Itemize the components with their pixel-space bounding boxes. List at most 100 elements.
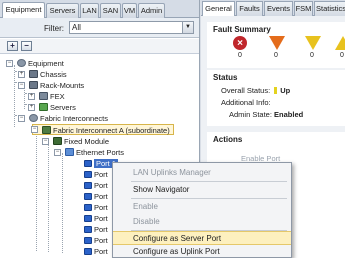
collapse-icon[interactable]: − — [18, 82, 25, 89]
tree-node-chassis[interactable]: + Chassis — [18, 69, 67, 80]
menu-item-enable[interactable]: Enable — [113, 200, 291, 214]
expand-icon[interactable]: + — [28, 104, 35, 111]
expand-icon[interactable]: + — [18, 71, 25, 78]
collapse-icon[interactable]: − — [42, 138, 49, 145]
collapse-icon[interactable]: − — [18, 115, 25, 122]
tree-node-fex[interactable]: + FEX — [28, 91, 65, 102]
overall-status-label: Overall Status: — [221, 86, 271, 95]
critical-fault-icon: × — [233, 36, 247, 50]
major-fault-icon — [269, 36, 285, 50]
menu-item-disable[interactable]: Disable — [113, 215, 291, 229]
fault-summary-panel: Fault Summary × 0 0 0 0 — [207, 22, 345, 68]
minor-fault-icon — [305, 36, 321, 50]
menu-item-lan-uplinks-manager[interactable]: LAN Uplinks Manager — [113, 166, 291, 180]
port-icon — [84, 193, 92, 200]
tab-fsm[interactable]: FSM — [294, 1, 313, 16]
tree-label: Ethernet Ports — [76, 148, 124, 157]
port-icon — [84, 182, 92, 189]
status-title: Status — [213, 73, 238, 82]
fabric-interconnect-icon — [42, 126, 51, 134]
fabric-icon — [29, 114, 38, 122]
menu-separator — [131, 181, 287, 182]
filter-value: All — [72, 23, 81, 32]
tab-general[interactable]: General — [202, 1, 235, 16]
nav-tab-bar: Equipment Servers LAN SAN VM Admin — [0, 0, 199, 19]
tree-toolbar: + − — [0, 39, 199, 54]
tree-label: Port — [94, 225, 108, 234]
tree-label: Fabric Interconnects — [40, 114, 108, 123]
tab-san[interactable]: SAN — [100, 3, 121, 18]
collapse-icon[interactable]: − — [6, 60, 13, 67]
port-icon — [84, 204, 92, 211]
tree-label: Port — [94, 203, 108, 212]
tree-label: Port — [94, 192, 108, 201]
context-menu: LAN Uplinks Manager Show Navigator Enabl… — [112, 162, 292, 258]
tree-node-port[interactable]: Port — [84, 169, 108, 180]
tab-vm[interactable]: VM — [122, 3, 137, 18]
tree-label: Port — [94, 214, 108, 223]
port-icon — [84, 171, 92, 178]
actions-title: Actions — [213, 135, 243, 144]
chevron-down-icon[interactable]: ▼ — [182, 22, 193, 33]
tree-label: Port — [94, 170, 108, 179]
tree-node-equipment[interactable]: − Equipment — [6, 58, 64, 69]
tree-label: Port — [94, 236, 108, 245]
tree-node-port[interactable]: Port — [84, 224, 108, 235]
admin-state-value: Enabled — [274, 110, 304, 119]
tree-label: Equipment — [28, 59, 64, 68]
tree-node-fabric-interconnects[interactable]: − Fabric Interconnects — [18, 113, 108, 124]
tree-node-port[interactable]: Port — [84, 235, 108, 246]
fault-critical[interactable]: × 0 — [233, 36, 247, 59]
fault-count: 0 — [340, 52, 344, 59]
admin-state-row: Admin State: Enabled — [229, 110, 303, 119]
overall-status-row: Overall Status: Up — [221, 86, 290, 95]
menu-item-show-navigator[interactable]: Show Navigator — [113, 183, 291, 197]
port-icon — [84, 226, 92, 233]
filter-label: Filter: — [44, 24, 64, 33]
port-icon — [84, 215, 92, 222]
tab-admin[interactable]: Admin — [138, 3, 165, 18]
fault-minor[interactable]: 0 — [305, 36, 321, 59]
tree-label: Chassis — [40, 70, 67, 79]
tree-label: Fabric Interconnect A (subordinate) — [53, 126, 170, 135]
expand-icon[interactable]: + — [28, 93, 35, 100]
tree-node-rack-mounts[interactable]: − Rack-Mounts — [18, 80, 85, 91]
filter-dropdown[interactable]: All ▼ — [69, 21, 194, 34]
tab-events[interactable]: Events — [264, 1, 293, 16]
tree-node-fabric-interconnect-a[interactable]: − Fabric Interconnect A (subordinate) — [31, 124, 174, 135]
rack-icon — [29, 81, 38, 89]
tree-node-port[interactable]: Port — [84, 246, 108, 257]
tab-faults[interactable]: Faults — [236, 1, 263, 16]
tree-label: Rack-Mounts — [40, 81, 85, 90]
filter-bar: Filter: All ▼ — [0, 18, 199, 38]
admin-state-label: Admin State: — [229, 110, 272, 119]
collapse-icon[interactable]: − — [54, 149, 61, 156]
tree-node-port[interactable]: Port — [84, 202, 108, 213]
tree-node-fixed-module[interactable]: − Fixed Module — [42, 136, 109, 147]
chassis-icon — [29, 70, 38, 78]
port-icon — [84, 237, 92, 244]
tree-node-servers[interactable]: + Servers — [28, 102, 76, 113]
tree-node-port[interactable]: Port — [84, 180, 108, 191]
overall-status-value: Up — [280, 86, 291, 95]
collapse-icon[interactable]: − — [31, 126, 38, 133]
menu-item-configure-uplink-port[interactable]: Configure as Uplink Port — [113, 245, 291, 258]
tree-node-ethernet-ports[interactable]: − Ethernet Ports — [54, 147, 124, 158]
menu-item-configure-server-port[interactable]: Configure as Server Port — [113, 231, 291, 245]
tree-node-port[interactable]: Port — [84, 191, 108, 202]
collapse-all-icon[interactable]: − — [21, 41, 32, 51]
ethernet-icon — [65, 148, 74, 156]
fault-warning[interactable]: 0 — [335, 36, 345, 59]
tree-node-port[interactable]: Port — [84, 213, 108, 224]
expand-all-icon[interactable]: + — [7, 41, 18, 51]
tab-statistics[interactable]: Statistics — [314, 1, 345, 16]
warning-fault-icon — [335, 36, 345, 50]
details-tab-bar: General Faults Events FSM Statistics — [201, 0, 345, 16]
server-icon — [39, 103, 48, 111]
tab-lan[interactable]: LAN — [80, 3, 99, 18]
menu-separator — [131, 198, 287, 199]
tab-equipment[interactable]: Equipment — [2, 2, 45, 19]
tree-label: Servers — [50, 103, 76, 112]
tab-servers[interactable]: Servers — [46, 3, 79, 18]
fault-major[interactable]: 0 — [269, 36, 285, 59]
